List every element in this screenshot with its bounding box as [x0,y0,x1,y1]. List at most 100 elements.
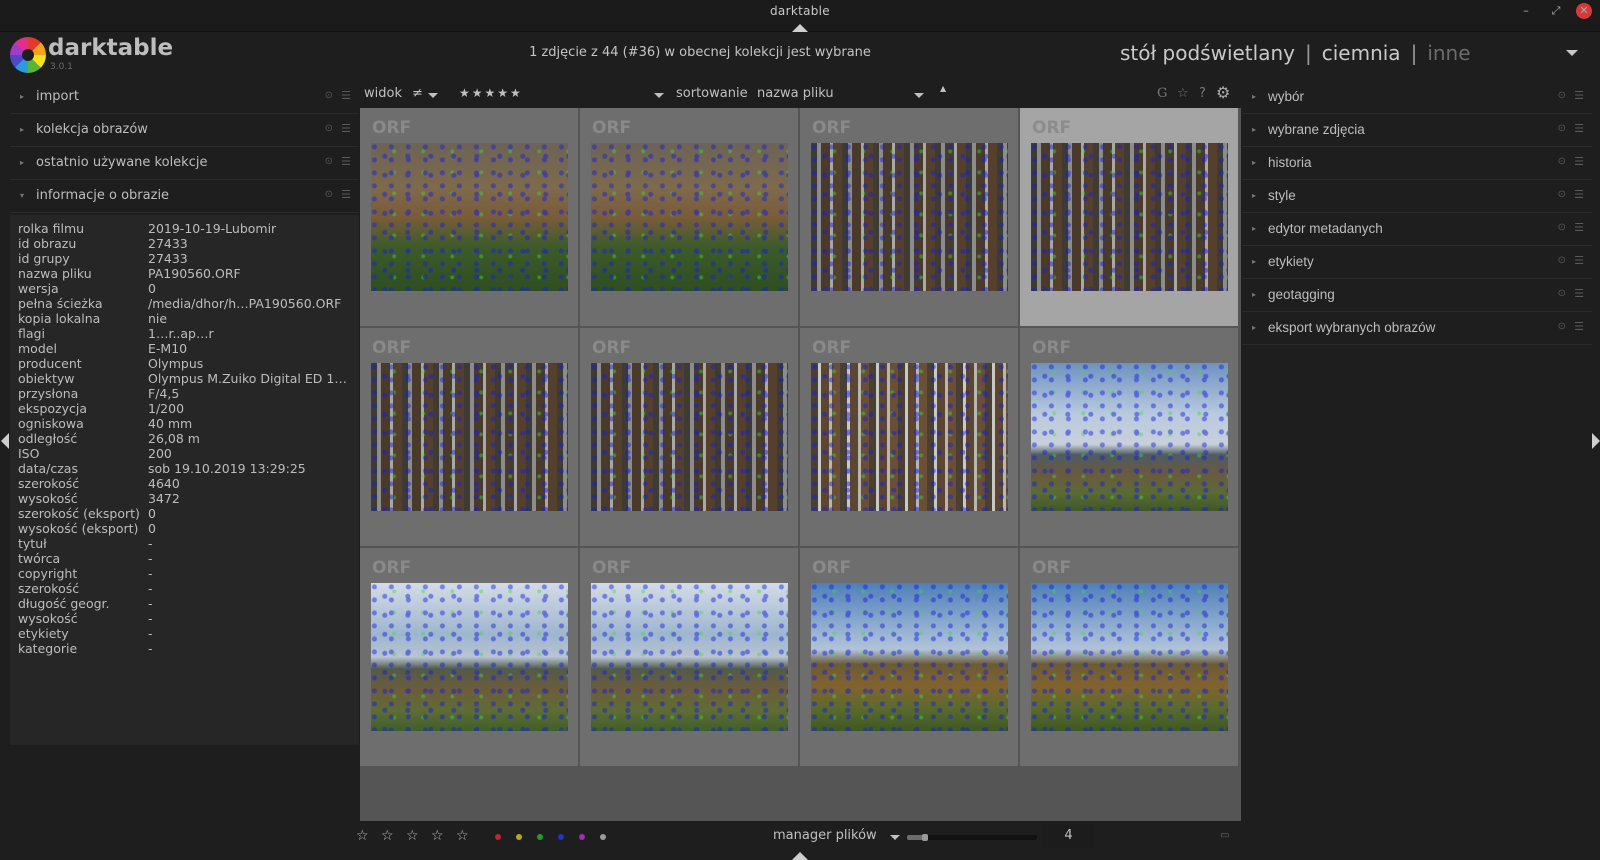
thumbnail-cell[interactable]: ORF [360,548,578,766]
presets-icon[interactable]: ☰ [1574,254,1584,267]
thumbnail-image[interactable] [1031,143,1228,291]
grouping-button[interactable]: G [1157,86,1167,101]
view-other[interactable]: inne [1427,41,1470,65]
rating-filter[interactable]: ★★★★★ [459,86,523,100]
left-panel-collapse-icon[interactable] [1,433,9,449]
color-label-purple[interactable] [579,834,585,840]
reset-icon[interactable]: ⊙ [1558,189,1566,200]
right-panel-collapse-icon[interactable] [1592,433,1600,449]
module-header[interactable]: ▸ etykiety ⊙ ☰ [1242,246,1592,279]
presets-icon[interactable]: ☰ [341,89,351,102]
overlays-star-icon[interactable]: ☆ [1177,86,1189,101]
presets-icon[interactable]: ☰ [1574,89,1584,102]
star-4-icon[interactable]: ☆ [431,828,444,844]
module-header[interactable]: ▸ historia ⊙ ☰ [1242,147,1592,180]
color-label-clear[interactable] [600,834,606,840]
color-label-yellow[interactable] [516,834,522,840]
layout-select[interactable]: manager plików [773,828,877,843]
module-import[interactable]: ▸ import ⊙ ☰ [10,81,359,114]
presets-icon[interactable]: ☰ [1574,122,1584,135]
chevron-down-icon[interactable] [654,93,664,98]
presets-icon[interactable]: ☰ [341,122,351,135]
chevron-down-icon[interactable] [914,93,924,98]
bottom-panel-collapse-icon[interactable] [792,852,808,860]
module-header[interactable]: ▸ wybór ⊙ ☰ [1242,81,1592,114]
thumbnail-image[interactable] [1031,363,1228,511]
presets-icon[interactable]: ☰ [1574,155,1584,168]
reset-icon[interactable]: ⊙ [1558,123,1566,134]
thumbnail-image[interactable] [591,363,788,511]
module-header[interactable]: ▸ style ⊙ ☰ [1242,180,1592,213]
module-header[interactable]: ▸ geotagging ⊙ ☰ [1242,279,1592,312]
minimize-button[interactable]: – [1518,3,1534,19]
thumbnail-cell[interactable]: ORF [1020,108,1238,326]
maximize-button[interactable]: ⤢ [1548,3,1564,19]
star-2-icon[interactable]: ☆ [381,828,394,844]
sort-direction-icon[interactable]: ▲ [940,84,946,93]
zoom-entry[interactable]: 4 [1042,824,1095,848]
module-collections[interactable]: ▸ kolekcja obrazów ⊙ ☰ [10,114,359,147]
gear-icon[interactable]: ⚙ [1216,83,1230,102]
thumbnail-cell[interactable]: ORF [360,108,578,326]
thumbnail-image[interactable] [1031,583,1228,731]
module-header[interactable]: ▸ edytor metadanych ⊙ ☰ [1242,213,1592,246]
module-recent-collections[interactable]: ▸ ostatnio używane kolekcje ⊙ ☰ [10,147,359,180]
reset-icon[interactable]: ⊙ [1558,288,1566,299]
rating-comparator[interactable]: ≠ [412,86,423,101]
thumbnail-cell[interactable]: ORF [580,108,798,326]
thumbnail-image[interactable] [371,143,568,291]
reset-icon[interactable]: ⊙ [325,189,333,200]
reset-icon[interactable]: ⊙ [1558,255,1566,266]
close-button[interactable]: ✕ [1576,3,1592,19]
thumbnail-image[interactable] [371,363,568,511]
presets-icon[interactable]: ☰ [1574,221,1584,234]
thumbnail-cell[interactable]: ORF [800,548,1018,766]
reset-icon[interactable]: ⊙ [325,156,333,167]
display-profile-icon[interactable]: ▭ [1220,830,1229,841]
reset-icon[interactable]: ⊙ [325,123,333,134]
thumbnail-cell[interactable]: ORF [580,328,798,546]
module-header[interactable]: ▸ eksport wybranych obrazów ⊙ ☰ [1242,312,1592,345]
thumbnail-image[interactable] [591,583,788,731]
zoom-slider-handle[interactable] [922,834,929,841]
thumbnail-cell[interactable]: ORF [1020,548,1238,766]
star-5-icon[interactable]: ☆ [456,828,469,844]
reset-icon[interactable]: ⊙ [1558,222,1566,233]
thumbnail-image[interactable] [811,363,1008,511]
thumbnail-cell[interactable]: ORF [800,328,1018,546]
chevron-down-icon[interactable] [428,93,438,98]
reset-icon[interactable]: ⊙ [1558,156,1566,167]
reset-icon[interactable]: ⊙ [325,90,333,101]
presets-icon[interactable]: ☰ [341,155,351,168]
color-label-red[interactable] [495,834,501,840]
presets-icon[interactable]: ☰ [1574,320,1584,333]
star-1-icon[interactable]: ☆ [356,828,369,844]
color-label-green[interactable] [537,834,543,840]
presets-icon[interactable]: ☰ [341,188,351,201]
presets-icon[interactable]: ☰ [1574,287,1584,300]
reset-icon[interactable]: ⊙ [1558,90,1566,101]
thumbnail-image[interactable] [591,143,788,291]
thumbnail-cell[interactable]: ORF [800,108,1018,326]
thumbnail-image[interactable] [371,583,568,731]
thumbnail-cell[interactable]: ORF [580,548,798,766]
module-header[interactable]: ▸ wybrane zdjęcia ⊙ ☰ [1242,114,1592,147]
thumbnail-cell[interactable]: ORF [1020,328,1238,546]
color-label-blue[interactable] [558,834,564,840]
chevron-down-icon[interactable] [890,835,900,840]
top-panel-collapse-icon[interactable] [792,24,808,32]
thumbnail-cell[interactable]: ORF [360,328,578,546]
star-3-icon[interactable]: ☆ [406,828,419,844]
window-titlebar: darktable – ⤢ ✕ [0,0,1600,32]
view-darkroom[interactable]: ciemnia [1322,41,1401,65]
sort-select[interactable]: nazwa pliku [757,86,834,101]
help-button[interactable]: ? [1199,86,1206,101]
thumbnail-image[interactable] [811,583,1008,731]
presets-icon[interactable]: ☰ [1574,188,1584,201]
reset-icon[interactable]: ⊙ [1558,321,1566,332]
zoom-slider[interactable] [907,834,1037,841]
view-menu-chevron-icon[interactable] [1566,50,1578,56]
view-lighttable[interactable]: stół podświetlany [1120,41,1295,65]
module-image-information[interactable]: ▾ informacje o obrazie ⊙ ☰ [10,180,359,213]
thumbnail-image[interactable] [811,143,1008,291]
